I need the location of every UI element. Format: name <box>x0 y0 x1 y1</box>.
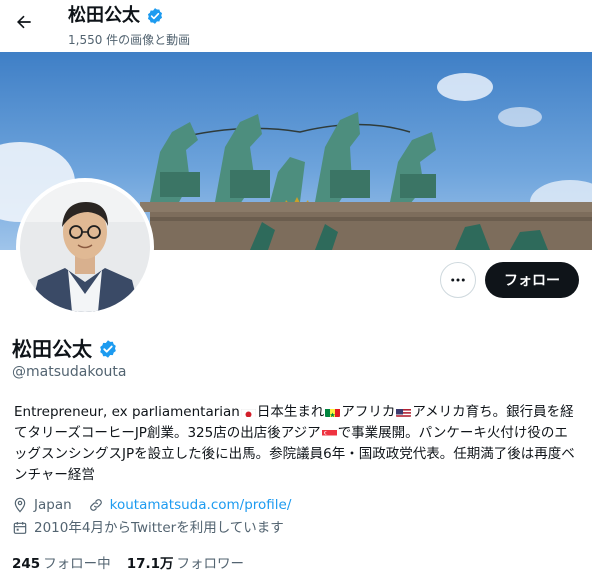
profile-meta-row: Japan koutamatsuda.com/profile/ <box>12 496 291 514</box>
website-link[interactable]: koutamatsuda.com/profile/ <box>110 496 292 514</box>
follow-button[interactable]: フォロー <box>485 262 579 298</box>
media-count: 1,550 件の画像と動画 <box>68 33 191 47</box>
following-label: フォロー中 <box>43 556 111 572</box>
profile-name: 松田公太 <box>12 337 92 361</box>
singapore-flag-icon <box>321 427 337 438</box>
followers-label: フォロワー <box>176 556 245 572</box>
bio-text: Entrepreneur, ex parliamentarian <box>14 404 240 420</box>
joined-row: 2010年4月からTwitterを利用しています <box>12 519 284 537</box>
followers-count: 17.1万 <box>126 556 174 572</box>
following-link[interactable]: 245 フォロー中 <box>12 555 111 573</box>
followers-link[interactable]: 17.1万 フォロワー <box>127 555 244 573</box>
header-name: 松田公太 <box>68 5 140 26</box>
joined-text: 2010年4月からTwitterを利用しています <box>34 520 284 536</box>
avatar-photo <box>20 182 150 312</box>
japan-flag-icon <box>240 406 256 417</box>
profile-avatar[interactable] <box>16 178 154 316</box>
profile-name-row: 松田公太 <box>12 336 118 362</box>
usa-flag-icon <box>396 406 412 417</box>
follow-stats: 245 フォロー中 17.1万 フォロワー <box>12 555 244 573</box>
location-pin-icon <box>14 497 26 513</box>
verified-badge-icon[interactable] <box>98 339 118 359</box>
calendar-icon <box>13 522 27 534</box>
more-icon <box>451 278 465 282</box>
profile-bio: Entrepreneur, ex parliamentarian 日本生まれ アフリ… <box>14 402 580 486</box>
bio-text: アフリカ <box>341 404 396 420</box>
more-options-button[interactable] <box>440 262 476 298</box>
following-count: 245 <box>12 556 41 572</box>
back-button[interactable] <box>10 8 38 36</box>
location-text: Japan <box>34 497 72 513</box>
link-icon <box>89 499 102 511</box>
bio-text: 日本生まれ <box>256 404 325 420</box>
header-name-row: 松田公太 <box>68 4 164 28</box>
top-bar: 松田公太 1,550 件の画像と動画 <box>0 0 592 52</box>
back-arrow-icon <box>17 15 31 29</box>
verified-badge-icon <box>147 8 163 24</box>
senegal-flag-icon <box>325 406 341 417</box>
profile-handle: @matsudakouta <box>12 364 127 380</box>
